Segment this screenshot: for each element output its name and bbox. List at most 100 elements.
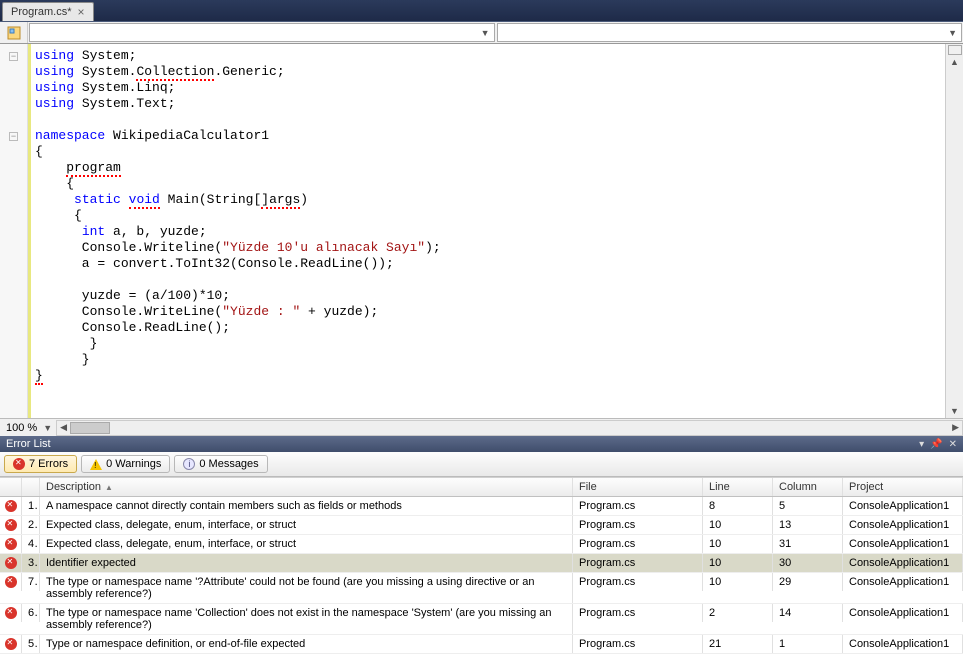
error-row[interactable]: 3 Identifier expected Program.cs 10 30 C…: [0, 554, 963, 573]
pin-icon[interactable]: 📌: [930, 439, 942, 450]
error-description: Identifier expected: [40, 554, 573, 572]
panel-menu-icon[interactable]: ▾: [919, 439, 924, 450]
close-icon[interactable]: ✕: [949, 439, 957, 450]
error-project: ConsoleApplication1: [843, 516, 963, 534]
error-row[interactable]: 4 Expected class, delegate, enum, interf…: [0, 535, 963, 554]
error-list-titlebar: Error List ▾ 📌 ✕: [0, 436, 963, 452]
error-number: 2: [22, 516, 40, 534]
error-number: 7: [22, 573, 40, 591]
error-number: 6: [22, 604, 40, 622]
col-icon-header[interactable]: [0, 478, 22, 496]
error-column: 14: [773, 604, 843, 622]
error-column: 30: [773, 554, 843, 572]
vertical-scrollbar[interactable]: ▲ ▼: [945, 44, 963, 418]
col-line-header[interactable]: Line: [703, 478, 773, 496]
messages-filter-button[interactable]: i 0 Messages: [174, 455, 267, 473]
chevron-down-icon: ▼: [481, 28, 490, 38]
document-tab-bar: Program.cs* ×: [0, 0, 963, 22]
error-project: ConsoleApplication1: [843, 535, 963, 553]
type-nav-icon[interactable]: [0, 22, 28, 43]
error-project: ConsoleApplication1: [843, 573, 963, 591]
col-description-header[interactable]: Description▲: [40, 478, 573, 496]
error-project: ConsoleApplication1: [843, 497, 963, 515]
error-column: 1: [773, 635, 843, 653]
code-editor: − − using System; using System.Collectio…: [0, 44, 963, 436]
error-description: Expected class, delegate, enum, interfac…: [40, 535, 573, 553]
error-file: Program.cs: [573, 554, 703, 572]
error-description: Expected class, delegate, enum, interfac…: [40, 516, 573, 534]
error-project: ConsoleApplication1: [843, 554, 963, 572]
member-dropdown[interactable]: ▼: [497, 23, 963, 42]
errors-filter-button[interactable]: 7 Errors: [4, 455, 77, 473]
error-number: 5: [22, 635, 40, 653]
error-line: 21: [703, 635, 773, 653]
scroll-left-icon[interactable]: ◀: [57, 422, 70, 433]
error-row[interactable]: 6 The type or namespace name 'Collection…: [0, 604, 963, 635]
navigation-bar: ▼ ▼: [0, 22, 963, 44]
fold-toggle[interactable]: −: [9, 132, 18, 141]
error-icon: [5, 500, 17, 512]
col-file-header[interactable]: File: [573, 478, 703, 496]
error-project: ConsoleApplication1: [843, 635, 963, 653]
col-project-header[interactable]: Project: [843, 478, 963, 496]
error-column: 29: [773, 573, 843, 591]
editor-gutter: − −: [0, 44, 28, 418]
col-column-header[interactable]: Column: [773, 478, 843, 496]
error-file: Program.cs: [573, 573, 703, 591]
split-handle[interactable]: [948, 45, 962, 55]
horizontal-scrollbar[interactable]: ◀ ▶: [56, 420, 963, 436]
messages-count-label: 0 Messages: [199, 458, 258, 470]
error-number: 3: [22, 554, 40, 572]
file-tab[interactable]: Program.cs* ×: [2, 2, 94, 21]
error-grid-header: Description▲ File Line Column Project: [0, 477, 963, 497]
error-description: Type or namespace definition, or end-of-…: [40, 635, 573, 653]
file-tab-label: Program.cs*: [11, 6, 72, 18]
scroll-thumb[interactable]: [70, 422, 110, 434]
error-description: A namespace cannot directly contain memb…: [40, 497, 573, 515]
error-row[interactable]: 1 A namespace cannot directly contain me…: [0, 497, 963, 516]
error-line: 10: [703, 535, 773, 553]
error-row[interactable]: 7 The type or namespace name '?Attribute…: [0, 573, 963, 604]
code-text-area[interactable]: using System; using System.Collection.Ge…: [28, 44, 945, 418]
panel-title: Error List: [6, 438, 51, 450]
scroll-right-icon[interactable]: ▶: [949, 422, 962, 433]
error-description: The type or namespace name 'Collection' …: [40, 604, 573, 634]
error-row[interactable]: 2 Expected class, delegate, enum, interf…: [0, 516, 963, 535]
error-description: The type or namespace name '?Attribute' …: [40, 573, 573, 603]
error-line: 2: [703, 604, 773, 622]
error-project: ConsoleApplication1: [843, 604, 963, 622]
error-icon: [5, 607, 17, 619]
editor-status-bar: 100 % ▼ ◀ ▶: [0, 418, 963, 436]
warning-icon: [90, 459, 102, 470]
error-column: 13: [773, 516, 843, 534]
error-row[interactable]: 5 Type or namespace definition, or end-o…: [0, 635, 963, 654]
scroll-down-icon[interactable]: ▼: [950, 404, 959, 418]
error-number: 1: [22, 497, 40, 515]
chevron-down-icon[interactable]: ▼: [43, 423, 56, 433]
fold-toggle[interactable]: −: [9, 52, 18, 61]
error-grid-body: 1 A namespace cannot directly contain me…: [0, 497, 963, 654]
error-icon: [5, 519, 17, 531]
col-num-header[interactable]: [22, 478, 40, 496]
error-file: Program.cs: [573, 516, 703, 534]
scope-dropdown[interactable]: ▼: [29, 23, 495, 42]
chevron-down-icon: ▼: [948, 28, 957, 38]
close-icon[interactable]: ×: [78, 5, 85, 19]
error-line: 10: [703, 554, 773, 572]
warnings-filter-button[interactable]: 0 Warnings: [81, 455, 170, 473]
zoom-level[interactable]: 100 %: [0, 422, 43, 434]
error-icon: [5, 538, 17, 550]
error-icon: [5, 576, 17, 588]
error-icon: [5, 638, 17, 650]
error-column: 5: [773, 497, 843, 515]
error-list-toolbar: 7 Errors 0 Warnings i 0 Messages: [0, 452, 963, 477]
error-icon: [13, 458, 25, 470]
error-column: 31: [773, 535, 843, 553]
error-file: Program.cs: [573, 635, 703, 653]
scroll-up-icon[interactable]: ▲: [950, 55, 959, 69]
info-icon: i: [183, 458, 195, 470]
error-line: 8: [703, 497, 773, 515]
error-file: Program.cs: [573, 497, 703, 515]
error-line: 10: [703, 516, 773, 534]
error-file: Program.cs: [573, 604, 703, 622]
